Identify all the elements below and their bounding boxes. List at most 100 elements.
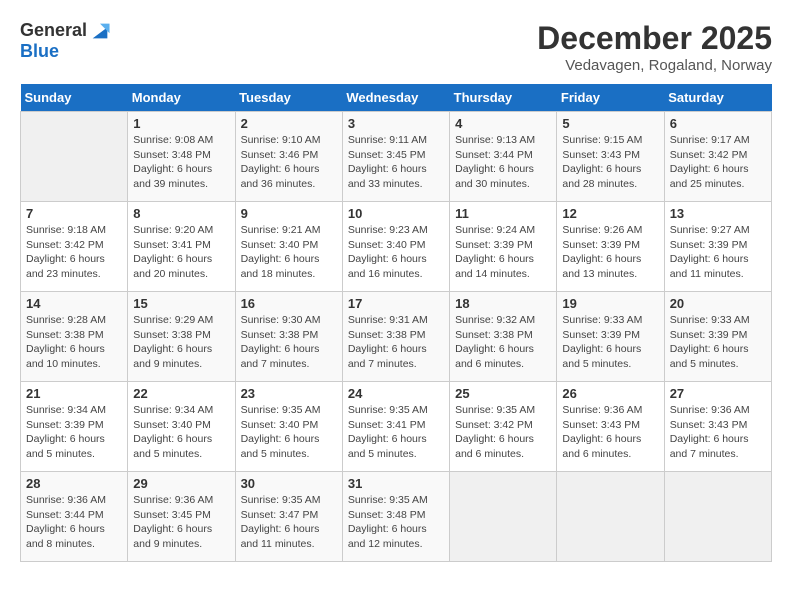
- day-info: Sunrise: 9:33 AMSunset: 3:39 PMDaylight:…: [562, 313, 658, 372]
- day-info: Sunrise: 9:35 AMSunset: 3:42 PMDaylight:…: [455, 403, 551, 462]
- calendar-cell: 26 Sunrise: 9:36 AMSunset: 3:43 PMDayligh…: [557, 382, 664, 472]
- calendar-cell: 6 Sunrise: 9:17 AMSunset: 3:42 PMDaylight…: [664, 112, 771, 202]
- calendar-cell: 16 Sunrise: 9:30 AMSunset: 3:38 PMDayligh…: [235, 292, 342, 382]
- calendar-cell: 11Sunrise: 9:24 AMSunset: 3:39 PMDayligh…: [450, 202, 557, 292]
- week-row-4: 21 Sunrise: 9:34 AMSunset: 3:39 PMDayligh…: [21, 382, 772, 472]
- day-number: 23: [241, 386, 337, 401]
- logo-blue: Blue: [20, 42, 111, 62]
- calendar-cell: 12 Sunrise: 9:26 AMSunset: 3:39 PMDayligh…: [557, 202, 664, 292]
- logo-general: General: [20, 21, 87, 41]
- day-info: Sunrise: 9:21 AMSunset: 3:40 PMDaylight:…: [241, 223, 337, 282]
- day-number: 18: [455, 296, 551, 311]
- day-info: Sunrise: 9:35 AMSunset: 3:41 PMDaylight:…: [348, 403, 444, 462]
- day-number: 19: [562, 296, 658, 311]
- calendar-cell: 9 Sunrise: 9:21 AMSunset: 3:40 PMDaylight…: [235, 202, 342, 292]
- month-title: December 2025: [537, 20, 772, 57]
- calendar-cell: [450, 472, 557, 562]
- day-info: Sunrise: 9:35 AMSunset: 3:40 PMDaylight:…: [241, 403, 337, 462]
- day-number: 17: [348, 296, 444, 311]
- calendar-cell: [664, 472, 771, 562]
- day-number: 16: [241, 296, 337, 311]
- day-header-tuesday: Tuesday: [235, 84, 342, 112]
- day-info: Sunrise: 9:17 AMSunset: 3:42 PMDaylight:…: [670, 133, 766, 192]
- day-number: 2: [241, 116, 337, 131]
- day-number: 15: [133, 296, 229, 311]
- calendar-cell: 24 Sunrise: 9:35 AMSunset: 3:41 PMDayligh…: [342, 382, 449, 472]
- week-row-5: 28Sunrise: 9:36 AMSunset: 3:44 PMDayligh…: [21, 472, 772, 562]
- day-number: 27: [670, 386, 766, 401]
- day-header-saturday: Saturday: [664, 84, 771, 112]
- day-info: Sunrise: 9:36 AMSunset: 3:43 PMDaylight:…: [562, 403, 658, 462]
- day-header-sunday: Sunday: [21, 84, 128, 112]
- day-number: 24: [348, 386, 444, 401]
- day-number: 4: [455, 116, 551, 131]
- calendar-cell: 14 Sunrise: 9:28 AMSunset: 3:38 PMDayligh…: [21, 292, 128, 382]
- calendar-cell: 21 Sunrise: 9:34 AMSunset: 3:39 PMDayligh…: [21, 382, 128, 472]
- day-info: Sunrise: 9:36 AMSunset: 3:43 PMDaylight:…: [670, 403, 766, 462]
- day-info: Sunrise: 9:18 AMSunset: 3:42 PMDaylight:…: [26, 223, 122, 282]
- day-info: Sunrise: 9:27 AMSunset: 3:39 PMDaylight:…: [670, 223, 766, 282]
- day-number: 3: [348, 116, 444, 131]
- page-header: General Blue December 2025 Vedavagen, Ro…: [20, 20, 772, 74]
- day-number: 13: [670, 206, 766, 221]
- week-row-2: 7 Sunrise: 9:18 AMSunset: 3:42 PMDaylight…: [21, 202, 772, 292]
- calendar-cell: 27 Sunrise: 9:36 AMSunset: 3:43 PMDayligh…: [664, 382, 771, 472]
- calendar-cell: 5Sunrise: 9:15 AMSunset: 3:43 PMDaylight…: [557, 112, 664, 202]
- day-header-wednesday: Wednesday: [342, 84, 449, 112]
- day-number: 10: [348, 206, 444, 221]
- calendar-cell: [21, 112, 128, 202]
- day-info: Sunrise: 9:36 AMSunset: 3:45 PMDaylight:…: [133, 493, 229, 552]
- calendar-cell: 22 Sunrise: 9:34 AMSunset: 3:40 PMDayligh…: [128, 382, 235, 472]
- day-info: Sunrise: 9:08 AMSunset: 3:48 PMDaylight:…: [133, 133, 229, 192]
- calendar-cell: 29 Sunrise: 9:36 AMSunset: 3:45 PMDayligh…: [128, 472, 235, 562]
- day-number: 9: [241, 206, 337, 221]
- day-number: 26: [562, 386, 658, 401]
- title-block: December 2025 Vedavagen, Rogaland, Norwa…: [537, 20, 772, 74]
- day-number: 21: [26, 386, 122, 401]
- day-info: Sunrise: 9:30 AMSunset: 3:38 PMDaylight:…: [241, 313, 337, 372]
- day-number: 7: [26, 206, 122, 221]
- calendar-cell: 25Sunrise: 9:35 AMSunset: 3:42 PMDayligh…: [450, 382, 557, 472]
- calendar-cell: 1 Sunrise: 9:08 AMSunset: 3:48 PMDaylight…: [128, 112, 235, 202]
- calendar-body: 1 Sunrise: 9:08 AMSunset: 3:48 PMDaylight…: [21, 112, 772, 562]
- calendar-cell: 17 Sunrise: 9:31 AMSunset: 3:38 PMDayligh…: [342, 292, 449, 382]
- day-number: 1: [133, 116, 229, 131]
- calendar-cell: 7 Sunrise: 9:18 AMSunset: 3:42 PMDaylight…: [21, 202, 128, 292]
- day-info: Sunrise: 9:26 AMSunset: 3:39 PMDaylight:…: [562, 223, 658, 282]
- day-info: Sunrise: 9:20 AMSunset: 3:41 PMDaylight:…: [133, 223, 229, 282]
- day-info: Sunrise: 9:35 AMSunset: 3:48 PMDaylight:…: [348, 493, 444, 552]
- day-info: Sunrise: 9:34 AMSunset: 3:40 PMDaylight:…: [133, 403, 229, 462]
- day-number: 6: [670, 116, 766, 131]
- day-info: Sunrise: 9:11 AMSunset: 3:45 PMDaylight:…: [348, 133, 444, 192]
- calendar-table: SundayMondayTuesdayWednesdayThursdayFrid…: [20, 84, 772, 562]
- day-info: Sunrise: 9:33 AMSunset: 3:39 PMDaylight:…: [670, 313, 766, 372]
- day-header-friday: Friday: [557, 84, 664, 112]
- day-info: Sunrise: 9:31 AMSunset: 3:38 PMDaylight:…: [348, 313, 444, 372]
- calendar-cell: 19 Sunrise: 9:33 AMSunset: 3:39 PMDayligh…: [557, 292, 664, 382]
- day-info: Sunrise: 9:28 AMSunset: 3:38 PMDaylight:…: [26, 313, 122, 372]
- day-number: 8: [133, 206, 229, 221]
- day-number: 30: [241, 476, 337, 491]
- day-info: Sunrise: 9:32 AMSunset: 3:38 PMDaylight:…: [455, 313, 551, 372]
- week-row-1: 1 Sunrise: 9:08 AMSunset: 3:48 PMDaylight…: [21, 112, 772, 202]
- day-number: 20: [670, 296, 766, 311]
- day-info: Sunrise: 9:35 AMSunset: 3:47 PMDaylight:…: [241, 493, 337, 552]
- day-header-thursday: Thursday: [450, 84, 557, 112]
- calendar-cell: 13 Sunrise: 9:27 AMSunset: 3:39 PMDayligh…: [664, 202, 771, 292]
- calendar-cell: 4Sunrise: 9:13 AMSunset: 3:44 PMDaylight…: [450, 112, 557, 202]
- logo: General Blue: [20, 20, 111, 62]
- day-number: 11: [455, 206, 551, 221]
- calendar-cell: 8 Sunrise: 9:20 AMSunset: 3:41 PMDaylight…: [128, 202, 235, 292]
- calendar-cell: 23 Sunrise: 9:35 AMSunset: 3:40 PMDayligh…: [235, 382, 342, 472]
- logo-icon: [89, 20, 111, 42]
- location: Vedavagen, Rogaland, Norway: [537, 57, 772, 74]
- day-info: Sunrise: 9:34 AMSunset: 3:39 PMDaylight:…: [26, 403, 122, 462]
- day-info: Sunrise: 9:15 AMSunset: 3:43 PMDaylight:…: [562, 133, 658, 192]
- day-number: 12: [562, 206, 658, 221]
- day-number: 29: [133, 476, 229, 491]
- day-header-monday: Monday: [128, 84, 235, 112]
- day-info: Sunrise: 9:23 AMSunset: 3:40 PMDaylight:…: [348, 223, 444, 282]
- day-number: 14: [26, 296, 122, 311]
- day-number: 22: [133, 386, 229, 401]
- calendar-cell: 15Sunrise: 9:29 AMSunset: 3:38 PMDayligh…: [128, 292, 235, 382]
